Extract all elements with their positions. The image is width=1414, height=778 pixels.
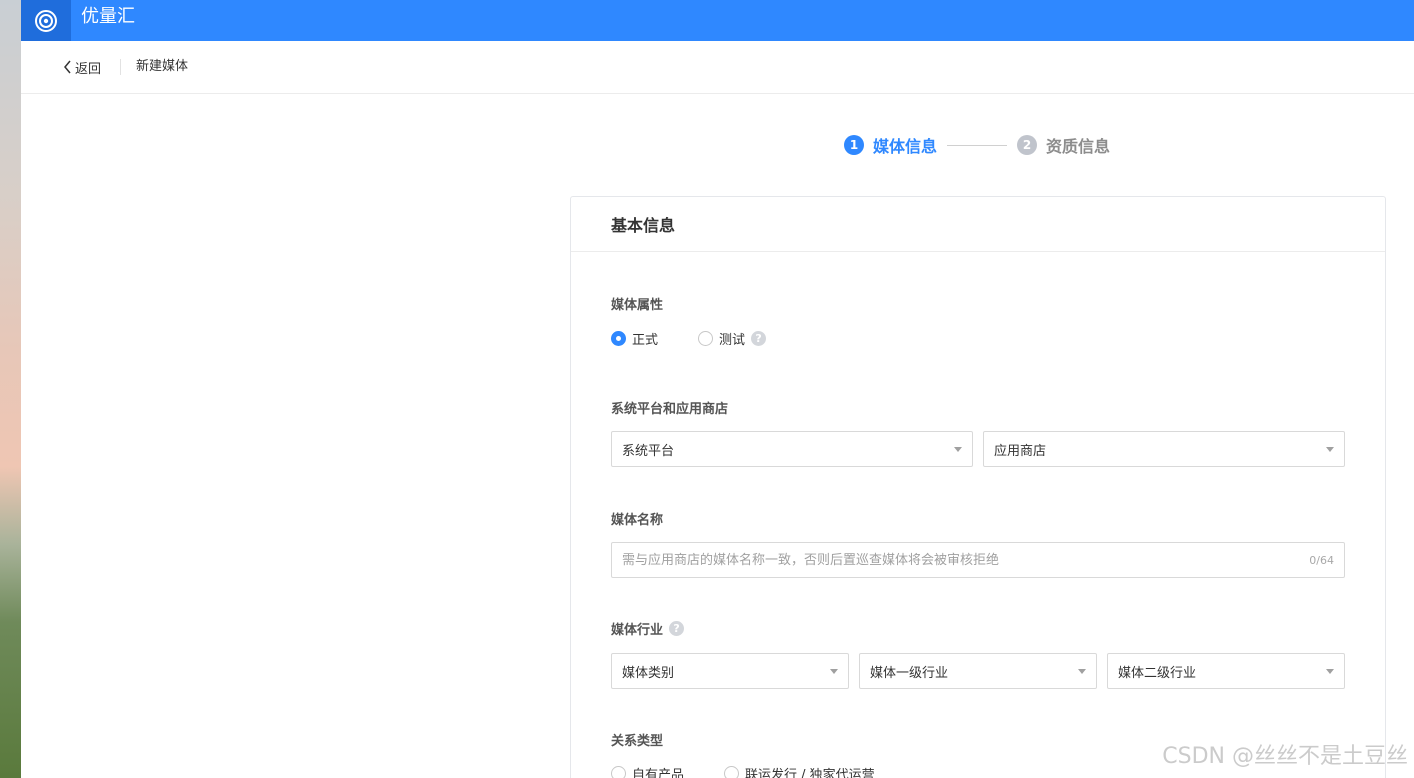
back-button[interactable]: 返回 xyxy=(63,58,102,77)
step-1-number: 1 xyxy=(844,135,864,155)
caret-down-icon xyxy=(1078,669,1086,674)
radio-formal-label: 正式 xyxy=(632,333,659,348)
radio-test[interactable]: 测试 ? xyxy=(698,329,767,348)
basic-info-card: 基本信息 媒体属性 正式 测试 ? 系统平台和应用商店 系统平台 应用商店 媒体… xyxy=(570,196,1386,778)
caret-down-icon xyxy=(1326,669,1334,674)
radio-test-label: 测试 xyxy=(719,333,746,348)
app-store-select[interactable]: 应用商店 xyxy=(983,431,1345,467)
steps-indicator: 1 媒体信息 2 资质信息 xyxy=(844,134,1110,156)
desktop-background-strip xyxy=(0,0,21,778)
caret-down-icon xyxy=(1326,447,1334,452)
header-divider xyxy=(120,59,121,75)
step-2-label: 资质信息 xyxy=(1046,137,1111,156)
radio-formal-dot xyxy=(611,331,626,346)
industry-label-text: 媒体行业 xyxy=(611,623,664,638)
app-window: 优量汇 返回 新建媒体 1 媒体信息 2 资质信息 基本信息 媒体属性 正式 测… xyxy=(21,0,1414,778)
caret-down-icon xyxy=(830,669,838,674)
media-category-value: 媒体类别 xyxy=(622,665,675,681)
relation-radio-group: 自有产品 联运发行 / 独家代运营 xyxy=(611,764,915,778)
radio-own-product-label: 自有产品 xyxy=(632,768,685,778)
media-category-select[interactable]: 媒体类别 xyxy=(611,653,849,689)
radio-test-dot xyxy=(698,331,714,346)
app-title: 优量汇 xyxy=(81,6,135,27)
caret-down-icon xyxy=(954,447,962,452)
radio-formal[interactable]: 正式 xyxy=(611,329,658,348)
platform-label: 系统平台和应用商店 xyxy=(611,398,728,417)
media-attr-label-text: 媒体属性 xyxy=(611,298,664,313)
media-attr-label: 媒体属性 xyxy=(611,294,663,313)
radio-own-product-dot xyxy=(611,766,626,778)
step-2-number: 2 xyxy=(1017,135,1038,155)
industry-level1-value: 媒体一级行业 xyxy=(870,665,949,681)
card-title: 基本信息 xyxy=(571,197,1385,252)
app-store-value: 应用商店 xyxy=(994,443,1047,459)
step-1-label: 媒体信息 xyxy=(873,137,938,156)
industry-label: 媒体行业 ? xyxy=(611,619,685,638)
media-name-input[interactable] xyxy=(612,543,1310,577)
sub-header: 返回 新建媒体 xyxy=(21,41,1414,94)
industry-level2-value: 媒体二级行业 xyxy=(1118,665,1197,681)
help-icon[interactable]: ? xyxy=(669,621,685,636)
watermark-text: CSDN @丝丝不是土豆丝 xyxy=(1162,744,1408,769)
target-logo-icon xyxy=(35,9,57,32)
radio-joint-operation-dot xyxy=(724,766,740,778)
radio-own-product[interactable]: 自有产品 xyxy=(611,764,684,778)
chevron-left-icon xyxy=(64,60,71,74)
radio-joint-operation-label: 联运发行 / 独家代运营 xyxy=(745,768,875,778)
relation-label: 关系类型 xyxy=(611,730,663,749)
platform-label-text: 系统平台和应用商店 xyxy=(611,402,729,417)
logo-button[interactable] xyxy=(21,0,71,41)
industry-level1-select[interactable]: 媒体一级行业 xyxy=(859,653,1097,689)
help-icon[interactable]: ? xyxy=(751,331,767,346)
top-bar: 优量汇 xyxy=(21,0,1414,41)
radio-joint-operation[interactable]: 联运发行 / 独家代运营 xyxy=(724,764,875,778)
page-title: 新建媒体 xyxy=(136,59,189,74)
back-label: 返回 xyxy=(75,61,102,77)
system-platform-value: 系统平台 xyxy=(622,443,675,459)
relation-label-text: 关系类型 xyxy=(611,734,664,749)
media-attr-radio-group: 正式 测试 ? xyxy=(611,329,767,348)
char-counter: 0/64 xyxy=(1309,553,1334,567)
media-name-label: 媒体名称 xyxy=(611,509,663,528)
media-name-label-text: 媒体名称 xyxy=(611,513,664,528)
industry-level2-select[interactable]: 媒体二级行业 xyxy=(1107,653,1345,689)
system-platform-select[interactable]: 系统平台 xyxy=(611,431,973,467)
media-name-field[interactable]: 0/64 xyxy=(611,542,1345,578)
step-connector xyxy=(947,144,1008,146)
